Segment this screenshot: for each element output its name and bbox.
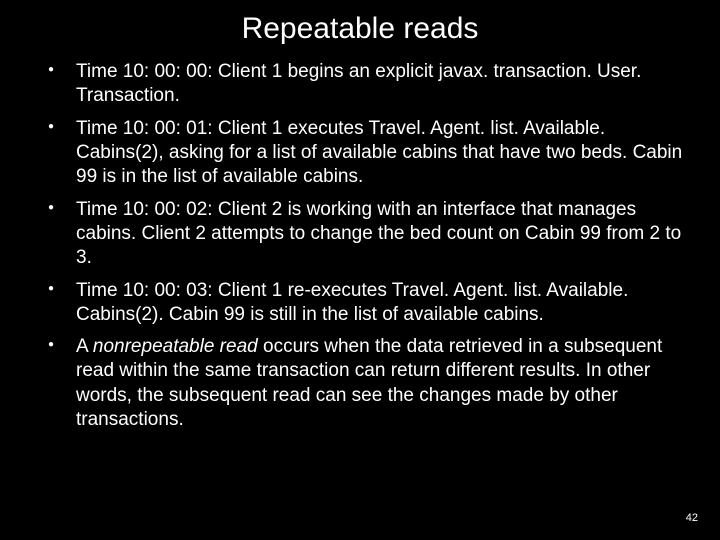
page-number: 42: [686, 512, 698, 524]
slide-title: Repeatable reads: [0, 0, 720, 50]
bullet-italic: nonrepeatable read: [93, 336, 258, 357]
bullet-item: Time 10: 00: 02: Client 2 is working wit…: [48, 198, 684, 271]
bullet-list: Time 10: 00: 00: Client 1 begins an expl…: [48, 60, 684, 432]
bullet-lead: A: [76, 336, 93, 357]
bullet-text: Time 10: 00: 01: Client 1 executes Trave…: [76, 118, 682, 188]
slide-body: Time 10: 00: 00: Client 1 begins an expl…: [0, 50, 720, 432]
bullet-text: Time 10: 00: 03: Client 1 re-executes Tr…: [76, 280, 628, 325]
bullet-text: Time 10: 00: 00: Client 1 begins an expl…: [76, 61, 641, 106]
bullet-item: A nonrepeatable read occurs when the dat…: [48, 335, 684, 432]
slide: Repeatable reads Time 10: 00: 00: Client…: [0, 0, 720, 540]
bullet-item: Time 10: 00: 03: Client 1 re-executes Tr…: [48, 279, 684, 328]
bullet-text: Time 10: 00: 02: Client 2 is working wit…: [76, 199, 681, 269]
bullet-item: Time 10: 00: 01: Client 1 executes Trave…: [48, 117, 684, 190]
bullet-item: Time 10: 00: 00: Client 1 begins an expl…: [48, 60, 684, 109]
